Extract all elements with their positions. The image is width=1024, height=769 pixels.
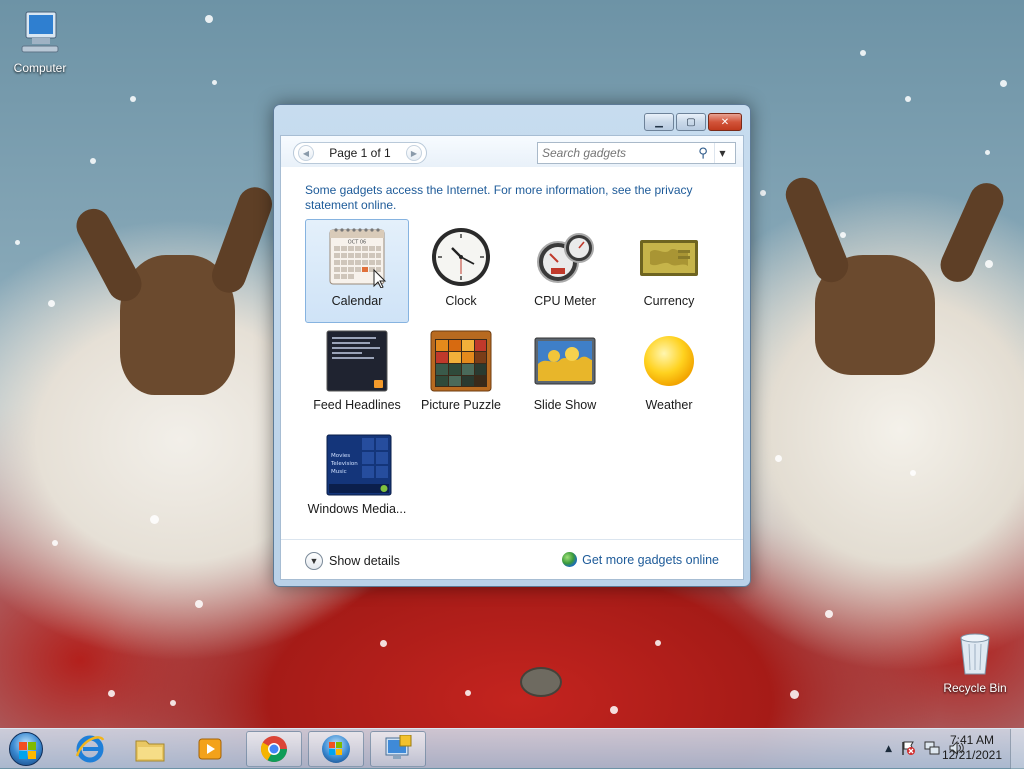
taskbar-media-player[interactable] bbox=[182, 731, 238, 767]
gadget-grid: OCT 06 Calendar Clock CPU Meter Currency… bbox=[305, 219, 725, 531]
gadget-windows-media-center[interactable]: Movies Television Music Windows Media... bbox=[305, 427, 409, 531]
gadget-label: Slide Show bbox=[533, 398, 597, 412]
show-desktop-button[interactable] bbox=[1010, 729, 1024, 769]
calendar-month-text: OCT 06 bbox=[348, 240, 366, 246]
chrome-icon bbox=[260, 736, 288, 763]
clock-date: 12/21/2021 bbox=[941, 748, 1003, 762]
gadgets-icon bbox=[385, 735, 412, 759]
next-page-button[interactable]: ▶ bbox=[405, 145, 422, 161]
feed-headlines-icon bbox=[326, 330, 388, 392]
gadgets-content: Some gadgets access the Internet. For mo… bbox=[280, 167, 744, 580]
windows-media-center-icon: Movies Television Music bbox=[326, 434, 392, 496]
minimize-button[interactable]: ▁ bbox=[644, 113, 674, 131]
privacy-notice-link[interactable]: Some gadgets access the Internet. For mo… bbox=[305, 183, 705, 213]
globe-icon bbox=[562, 552, 578, 567]
show-details-button[interactable]: ▼ Show details bbox=[305, 552, 400, 570]
picture-puzzle-icon bbox=[430, 330, 492, 392]
search-box: ⚲ ▼ bbox=[537, 142, 736, 164]
clock-time: 7:41 AM bbox=[949, 733, 995, 747]
slide-show-icon bbox=[534, 330, 596, 392]
get-more-gadgets-link[interactable]: Get more gadgets online bbox=[562, 552, 719, 567]
action-center-flag-icon[interactable] bbox=[900, 740, 916, 759]
window-controls: ▁ ▢ ✕ bbox=[644, 113, 742, 131]
gadget-label: CPU Meter bbox=[534, 294, 596, 308]
gadget-label: Currency bbox=[643, 294, 695, 308]
taskbar-file-explorer[interactable] bbox=[122, 731, 178, 767]
currency-icon bbox=[638, 226, 700, 288]
folder-icon bbox=[135, 740, 165, 762]
show-hidden-icons-button[interactable]: ▲ bbox=[885, 744, 892, 754]
gadget-label: Windows Media... bbox=[307, 502, 407, 516]
network-icon[interactable] bbox=[924, 740, 940, 759]
search-input[interactable] bbox=[538, 144, 692, 162]
start-button[interactable] bbox=[4, 730, 48, 768]
media-player-icon bbox=[198, 738, 222, 760]
gadget-label: Feed Headlines bbox=[313, 398, 401, 412]
gadget-label: Weather bbox=[645, 398, 693, 412]
windows-logo-icon bbox=[322, 735, 350, 763]
weather-sun-icon bbox=[638, 330, 700, 392]
media-menu-movies: Movies bbox=[331, 453, 350, 459]
gadget-picture-puzzle[interactable]: Picture Puzzle bbox=[409, 323, 513, 427]
gadget-cpu-meter[interactable]: CPU Meter bbox=[513, 219, 617, 323]
close-button[interactable]: ✕ bbox=[708, 113, 742, 131]
gadgets-toolbar: ◀ Page 1 of 1 ▶ ⚲ ▼ bbox=[280, 135, 744, 167]
media-menu-music: Music bbox=[331, 469, 347, 475]
gadget-clock[interactable]: Clock bbox=[409, 219, 513, 323]
gadget-label: Picture Puzzle bbox=[421, 398, 501, 412]
taskbar-windows-app[interactable] bbox=[308, 731, 364, 767]
desktop-icon-computer[interactable]: Computer bbox=[0, 8, 80, 75]
show-details-label: Show details bbox=[329, 554, 400, 568]
media-menu-television: Television bbox=[330, 461, 358, 467]
taskbar-chrome[interactable] bbox=[246, 731, 302, 767]
search-icon[interactable]: ⚲ bbox=[692, 146, 714, 161]
minimize-icon: ▁ bbox=[655, 116, 663, 128]
window-footer: ▼ Show details Get more gadgets online bbox=[281, 539, 743, 579]
taskbar-internet-explorer[interactable] bbox=[62, 731, 118, 767]
chevron-left-icon: ◀ bbox=[302, 148, 310, 158]
windows-logo-icon bbox=[9, 732, 43, 766]
chevron-down-icon: ▼ bbox=[305, 552, 323, 570]
desktop-icon-label: Recycle Bin bbox=[943, 681, 1007, 695]
page-indicator: Page 1 of 1 bbox=[329, 146, 391, 160]
computer-icon bbox=[21, 11, 59, 53]
desktop-icon-label: Computer bbox=[13, 61, 67, 75]
page-navigator: ◀ Page 1 of 1 ▶ bbox=[293, 142, 427, 164]
close-icon: ✕ bbox=[720, 116, 730, 128]
taskbar-clock[interactable]: 7:41 AM 12/21/2021 bbox=[940, 733, 1004, 763]
gadget-weather[interactable]: Weather bbox=[617, 323, 721, 427]
cpu-meter-icon bbox=[534, 226, 596, 288]
gadget-currency[interactable]: Currency bbox=[617, 219, 721, 323]
maximize-button[interactable]: ▢ bbox=[676, 113, 706, 131]
get-more-gadgets-label: Get more gadgets online bbox=[582, 552, 719, 567]
gadget-slide-show[interactable]: Slide Show bbox=[513, 323, 617, 427]
gadgets-window: ▁ ▢ ✕ ◀ Page 1 of 1 ▶ ⚲ ▼ Some gadgets a… bbox=[273, 104, 751, 587]
gadget-feed-headlines[interactable]: Feed Headlines bbox=[305, 323, 409, 427]
gadget-label: Calendar bbox=[331, 294, 383, 308]
desktop-icon-recycle-bin[interactable]: Recycle Bin bbox=[935, 630, 1015, 695]
calendar-icon: OCT 06 bbox=[326, 226, 388, 289]
taskbar: ▲ 7:41 AM 12/21/2021 bbox=[0, 728, 1024, 769]
taskbar-gadgets[interactable] bbox=[370, 731, 426, 767]
internet-explorer-icon bbox=[75, 735, 105, 763]
maximize-icon: ▢ bbox=[686, 116, 696, 128]
recycle-bin-icon bbox=[960, 633, 990, 675]
chevron-down-icon: ▼ bbox=[719, 148, 726, 158]
gadget-label: Clock bbox=[445, 294, 477, 308]
gadget-calendar[interactable]: OCT 06 Calendar bbox=[305, 219, 409, 323]
chevron-right-icon: ▶ bbox=[410, 148, 418, 158]
previous-page-button[interactable]: ◀ bbox=[298, 145, 314, 161]
clock-icon bbox=[430, 226, 492, 288]
search-dropdown-button[interactable]: ▼ bbox=[714, 143, 730, 163]
